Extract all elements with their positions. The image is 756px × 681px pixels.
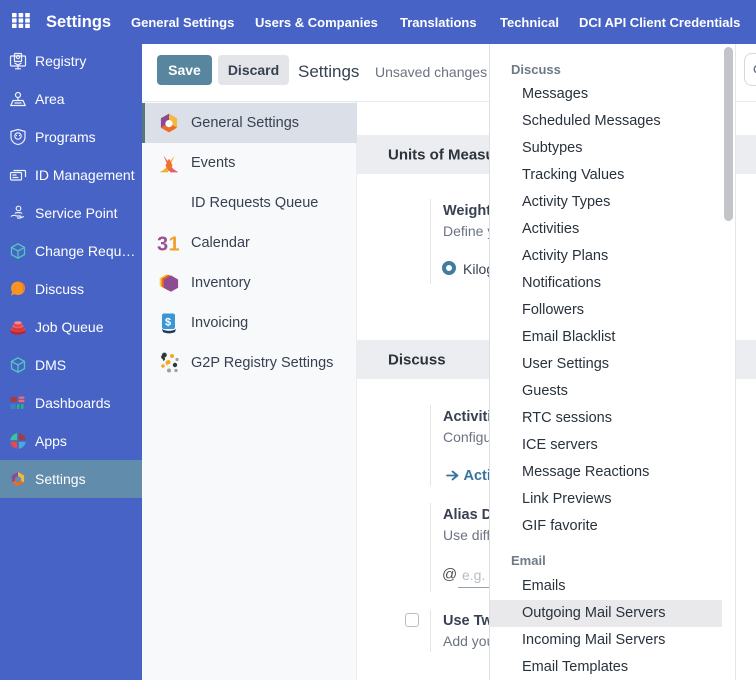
svg-text:1: 1 <box>169 234 180 256</box>
svg-text:3: 3 <box>157 234 168 256</box>
svg-text:$: $ <box>165 317 171 329</box>
